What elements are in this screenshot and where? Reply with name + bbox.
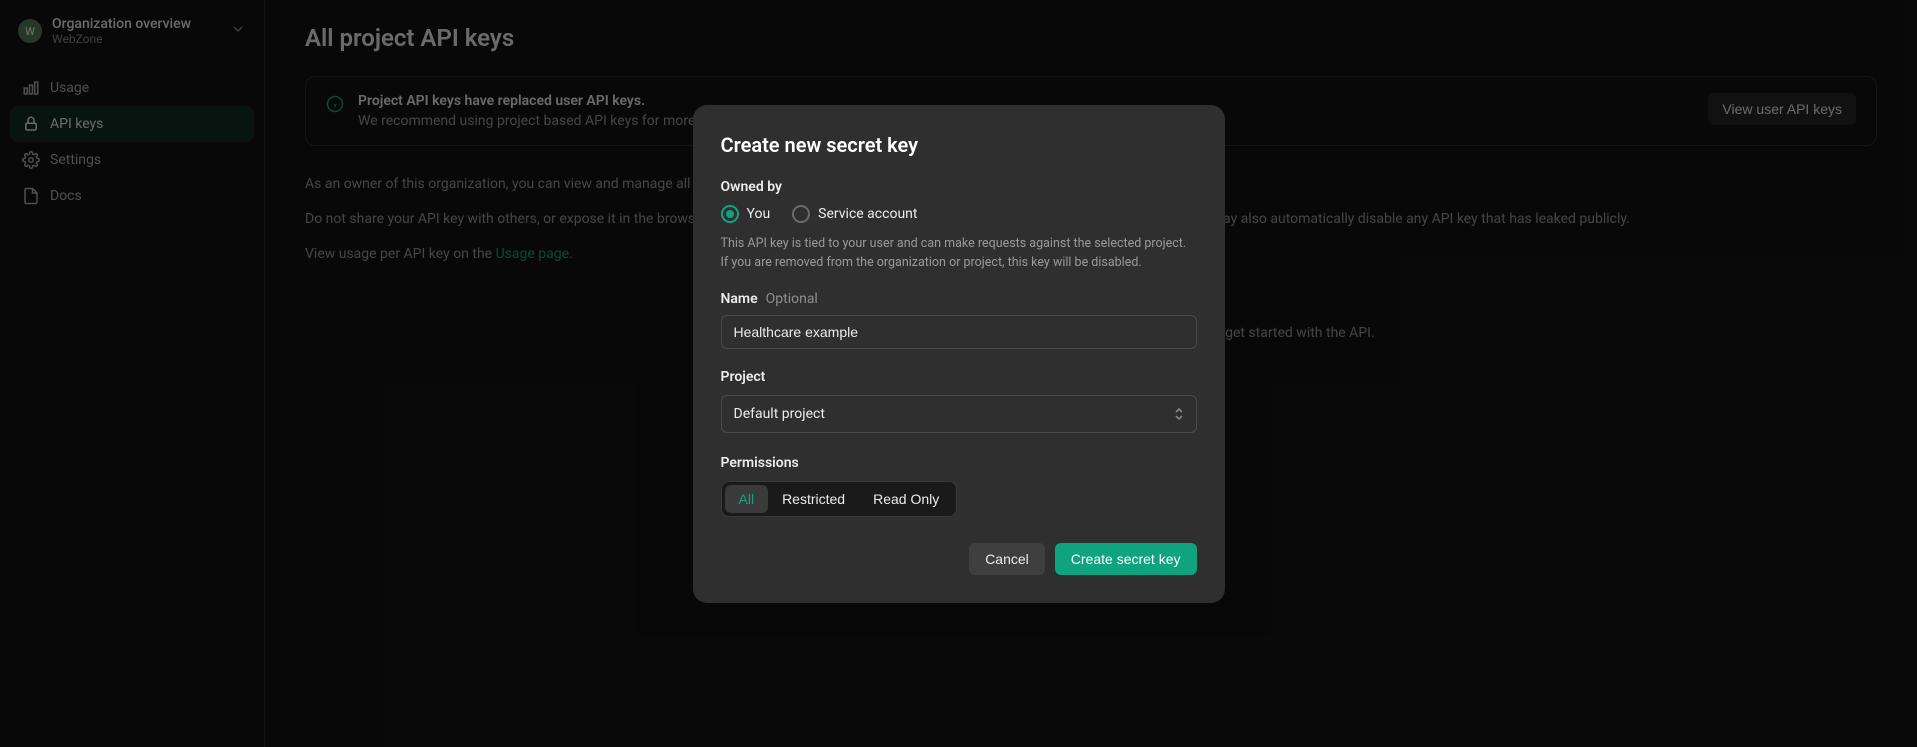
radio-label: You: [747, 206, 771, 222]
radio-label: Service account: [818, 206, 917, 222]
owner-help-text: This API key is tied to your user and ca…: [721, 235, 1197, 273]
project-select[interactable]: Default project: [721, 395, 1197, 433]
radio-unchecked-icon: [792, 205, 810, 223]
owner-radio-service-account[interactable]: Service account: [792, 205, 917, 223]
permissions-segmented: All Restricted Read Only: [721, 481, 958, 517]
permission-all[interactable]: All: [725, 485, 769, 513]
owned-by-label: Owned by: [721, 179, 1197, 195]
project-select-value: Default project: [734, 406, 825, 422]
create-secret-key-button[interactable]: Create secret key: [1055, 543, 1197, 575]
permission-restricted[interactable]: Restricted: [768, 485, 859, 513]
cancel-button[interactable]: Cancel: [969, 543, 1045, 575]
create-secret-key-modal: Create new secret key Owned by You Servi…: [693, 105, 1225, 603]
owner-radio-you[interactable]: You: [721, 205, 771, 223]
radio-checked-icon: [721, 205, 739, 223]
modal-overlay[interactable]: Create new secret key Owned by You Servi…: [0, 0, 1917, 747]
permissions-label: Permissions: [721, 455, 1197, 471]
project-label: Project: [721, 369, 1197, 385]
select-caret-icon: [1174, 407, 1184, 421]
name-label: Name: [721, 291, 758, 307]
optional-hint: Optional: [766, 291, 818, 307]
modal-title: Create new secret key: [721, 133, 1197, 157]
permission-read-only[interactable]: Read Only: [859, 485, 953, 513]
name-input[interactable]: [721, 315, 1197, 349]
